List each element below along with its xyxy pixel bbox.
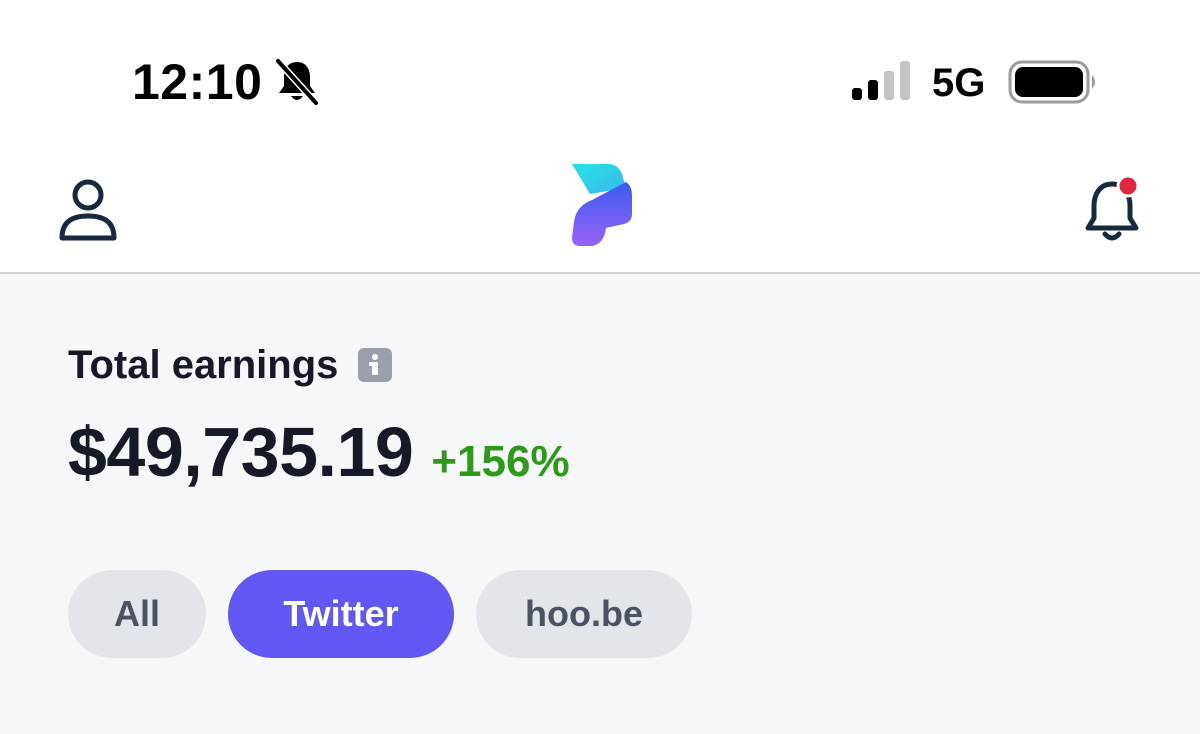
profile-icon[interactable] bbox=[56, 178, 120, 244]
notification-badge bbox=[1116, 174, 1140, 198]
info-icon[interactable] bbox=[358, 348, 393, 382]
bell-icon[interactable] bbox=[1080, 172, 1150, 244]
app-logo bbox=[572, 164, 632, 246]
filter-chip-hoobe[interactable]: hoo.be bbox=[476, 570, 692, 658]
status-bar: 12:10 5G bbox=[0, 0, 1200, 150]
earnings-value-row: $49,735.19 +156% bbox=[68, 412, 570, 492]
network-label: 5G bbox=[932, 61, 986, 105]
earnings-amount: $49,735.19 bbox=[68, 413, 414, 491]
signal-icon bbox=[852, 61, 910, 100]
bell-slash-icon bbox=[274, 58, 320, 106]
filter-chip-all[interactable]: All bbox=[68, 570, 206, 658]
earnings-label: Total earnings bbox=[68, 342, 339, 387]
earnings-label-row: Total earnings bbox=[68, 340, 393, 390]
earnings-section: Total earnings $49,735.19 +156% All Twit… bbox=[0, 274, 1200, 734]
status-time: 12:10 bbox=[132, 54, 263, 110]
battery-icon bbox=[1008, 60, 1095, 104]
filter-chip-twitter[interactable]: Twitter bbox=[228, 570, 454, 658]
source-filter-group: All Twitter hoo.be bbox=[68, 570, 692, 658]
earnings-change: +156% bbox=[431, 437, 570, 486]
app-header bbox=[0, 150, 1200, 274]
